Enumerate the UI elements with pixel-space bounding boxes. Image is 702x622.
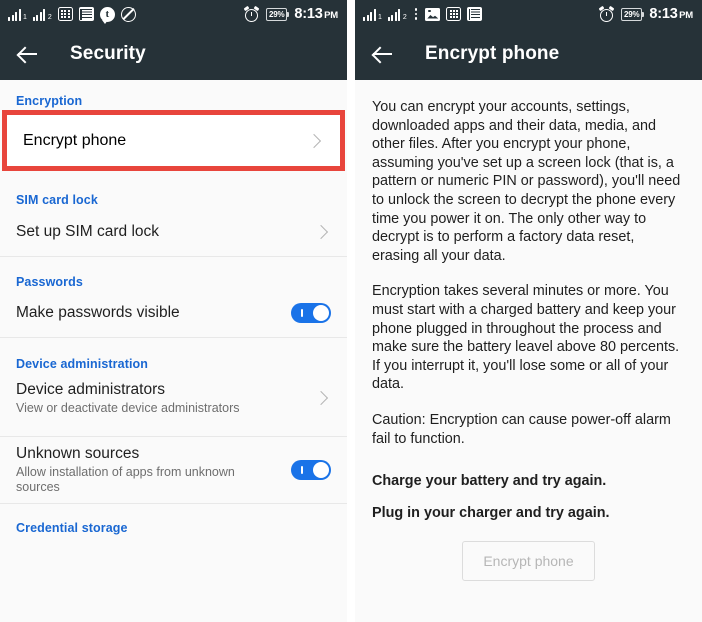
- device-administrators-subtitle: View or deactivate device administrators: [16, 400, 240, 415]
- battery-percent-label: 29%: [623, 9, 640, 19]
- chevron-right-icon: [306, 133, 322, 148]
- chevron-right-icon: [313, 390, 329, 406]
- warning-plug-charger: Plug in your charger and try again.: [372, 504, 610, 521]
- unknown-sources-label: Unknown sources: [16, 445, 140, 462]
- left-status-right: 29% 8:13 PM: [243, 5, 338, 22]
- clock-time: 8:13: [649, 6, 678, 22]
- back-arrow-icon[interactable]: [16, 42, 40, 66]
- description-paragraph-3: Caution: Encryption can cause power-off …: [372, 411, 671, 447]
- overflow-menu-icon: [413, 8, 420, 20]
- calculator-icon: [446, 7, 462, 21]
- dual-screenshot-container: 1 2 t 29% 8:13 PM Security Encryption En…: [0, 0, 702, 622]
- warning-charge-battery: Charge your battery and try again.: [372, 473, 607, 490]
- do-not-disturb-icon: [120, 6, 136, 22]
- right-status-right: 29% 8:13 PM: [598, 5, 693, 22]
- signal-bars-sim2-icon: 2: [32, 8, 52, 21]
- section-header-sim-card-lock: SIM card lock: [16, 193, 98, 207]
- battery-percent-label: 29%: [268, 9, 285, 19]
- news-book-icon: [467, 7, 483, 21]
- alarm-clock-icon: [598, 5, 615, 22]
- encrypt-phone-description: You can encrypt your accounts, settings,…: [355, 80, 702, 622]
- make-passwords-visible-label: Make passwords visible: [16, 304, 180, 321]
- sidebar-item-unknown-sources[interactable]: Unknown sources Allow installation of ap…: [0, 437, 347, 503]
- left-status-bar: 1 2 t 29% 8:13 PM: [0, 0, 347, 28]
- action-button-row: Encrypt phone: [372, 541, 685, 582]
- status-clock: 8:13 PM: [294, 6, 338, 22]
- section-header-passwords: Passwords: [16, 275, 83, 289]
- right-status-icons: 1 2: [363, 7, 599, 21]
- make-passwords-visible-toggle[interactable]: [291, 303, 331, 323]
- left-phone-screen: 1 2 t 29% 8:13 PM Security Encryption En…: [0, 0, 347, 622]
- signal-bars-sim1-icon: 1: [8, 8, 27, 21]
- sidebar-item-set-up-sim-card-lock[interactable]: Set up SIM card lock: [0, 207, 347, 256]
- left-status-icons: 1 2 t: [8, 6, 244, 24]
- alarm-clock-icon: [243, 5, 260, 22]
- tumblr-chat-icon: t: [99, 6, 115, 24]
- security-settings-list: Encryption Encrypt phone SIM card lock S…: [0, 80, 347, 622]
- left-app-bar: Security: [0, 28, 347, 80]
- unknown-sources-toggle[interactable]: [291, 460, 331, 480]
- device-administrators-label: Device administrators: [16, 380, 166, 398]
- page-title: Security: [70, 43, 146, 64]
- right-status-bar: 1 2 29% 8:13 PM: [355, 0, 702, 28]
- clock-time: 8:13: [294, 6, 323, 22]
- description-paragraph-2: Encryption takes several minutes or more…: [372, 283, 680, 393]
- chevron-right-icon: [313, 224, 329, 239]
- unknown-sources-subtitle: Allow installation of apps from unknown …: [16, 465, 235, 494]
- description-paragraph-1: You can encrypt your accounts, settings,…: [372, 99, 681, 264]
- screen-separator: [347, 0, 355, 622]
- signal-bars-sim2-icon: 2: [387, 8, 407, 21]
- section-header-encryption: Encryption: [16, 94, 83, 108]
- right-app-bar: Encrypt phone: [355, 28, 702, 80]
- news-book-icon: [78, 7, 94, 21]
- section-header-credential-storage: Credential storage: [16, 521, 128, 535]
- battery-indicator: 29%: [265, 7, 290, 21]
- clock-ampm: PM: [324, 10, 338, 21]
- signal-bars-sim1-icon: 1: [363, 8, 382, 21]
- sidebar-item-encrypt-phone[interactable]: Encrypt phone: [2, 110, 345, 171]
- back-arrow-icon[interactable]: [371, 42, 395, 66]
- encrypt-phone-button[interactable]: Encrypt phone: [462, 541, 595, 582]
- calculator-icon: [57, 7, 73, 21]
- sidebar-item-make-passwords-visible[interactable]: Make passwords visible: [0, 289, 347, 337]
- battery-indicator: 29%: [620, 7, 645, 21]
- encrypt-phone-label: Encrypt phone: [23, 131, 127, 149]
- sidebar-item-device-administrators[interactable]: Device administrators View or deactivate…: [0, 371, 347, 425]
- image-icon: [425, 7, 441, 21]
- clock-ampm: PM: [679, 10, 693, 21]
- page-title: Encrypt phone: [425, 43, 560, 64]
- set-up-sim-card-lock-label: Set up SIM card lock: [16, 222, 160, 240]
- status-clock: 8:13 PM: [649, 6, 693, 22]
- section-header-device-administration: Device administration: [16, 357, 149, 371]
- right-phone-screen: 1 2 29% 8:13 PM Encrypt phone You can en…: [355, 0, 702, 622]
